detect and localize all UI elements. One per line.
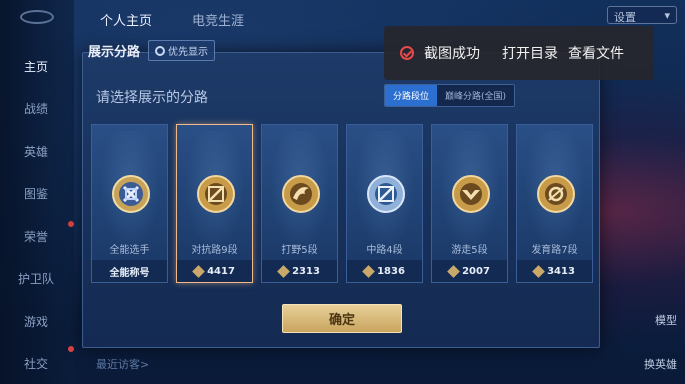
toast-message: 截图成功 — [424, 46, 480, 62]
all-round-badge-icon — [112, 175, 150, 213]
dialog-header: 展示分路 优先显示 — [88, 40, 216, 61]
lane-points: 4417 — [207, 265, 235, 277]
priority-display-button[interactable]: 优先显示 — [148, 40, 216, 61]
lane-card-farm-lane[interactable]: 发育路7段 3413 — [516, 124, 593, 283]
lane-card-jungle[interactable]: 打野5段 2313 — [261, 124, 338, 283]
lane-points: 3413 — [547, 265, 575, 277]
lane-card-clash-lane[interactable]: 对抗路9段 4417 — [176, 124, 253, 283]
tab-esports-career[interactable]: 电竞生涯 — [192, 10, 244, 29]
lane-card-footer: 2007 — [432, 260, 507, 282]
lane-card-all-round[interactable]: 全能选手 全能称号 — [91, 124, 168, 283]
points-icon — [277, 264, 290, 278]
lane-name: 打野5段 — [281, 245, 318, 256]
notification-dot-icon — [68, 346, 74, 352]
sidebar-item-home[interactable]: 主页 — [24, 58, 48, 75]
lane-name: 游走5段 — [451, 245, 488, 256]
model-button[interactable]: 模型 — [655, 312, 677, 328]
tab-peak-lane-national[interactable]: 巅峰分路(全国) — [437, 85, 515, 106]
settings-button[interactable]: 设置 ▾ — [607, 6, 677, 24]
notification-dot-icon — [68, 221, 74, 227]
lane-points: 2007 — [462, 265, 490, 277]
sidebar-item-records[interactable]: 战绩 — [24, 100, 48, 117]
lane-card-footer: 全能称号 — [92, 260, 167, 282]
top-navigation: 个人主页 电竞生涯 — [100, 10, 244, 29]
lane-tabs: 分路段位 巅峰分路(全国) — [384, 84, 516, 107]
lane-card-footer: 1836 — [347, 260, 422, 282]
game-logo-icon — [20, 10, 54, 24]
settings-label: 设置 — [614, 11, 636, 24]
lane-name: 全能选手 — [109, 245, 150, 256]
jungle-badge-icon — [282, 175, 320, 213]
lane-name: 对抗路9段 — [191, 245, 238, 256]
sidebar-item-heroes[interactable]: 英雄 — [24, 143, 48, 160]
chevron-down-icon: ▾ — [664, 9, 670, 22]
sidebar-item-guard-team[interactable]: 护卫队 — [18, 270, 54, 287]
sidebar-item-honor[interactable]: 荣誉 — [24, 228, 48, 245]
points-icon — [532, 264, 545, 278]
lane-card-footer: 2313 — [262, 260, 337, 282]
lane-name: 中路4段 — [366, 245, 403, 256]
lane-card-mid-lane[interactable]: 中路4段 1836 — [346, 124, 423, 283]
sidebar: 主页 战绩 英雄 图鉴 荣誉 护卫队 游戏 社交 — [0, 0, 74, 384]
priority-display-label: 优先显示 — [168, 47, 209, 58]
lane-card-footer: 3413 — [517, 260, 592, 282]
sidebar-item-games[interactable]: 游戏 — [24, 313, 48, 330]
sidebar-item-codex[interactable]: 图鉴 — [24, 185, 48, 202]
clash-lane-badge-icon — [197, 175, 235, 213]
open-directory-link[interactable]: 打开目录 — [502, 43, 558, 63]
lane-card-roam[interactable]: 游走5段 2007 — [431, 124, 508, 283]
view-file-link[interactable]: 查看文件 — [568, 43, 624, 63]
points-icon — [447, 264, 460, 278]
roam-badge-icon — [452, 175, 490, 213]
lane-points: 2313 — [292, 265, 320, 277]
farm-lane-badge-icon — [537, 175, 575, 213]
recent-visitors-link[interactable]: 最近访客> — [96, 356, 149, 372]
screenshot-toast: 截图成功 打开目录 查看文件 — [384, 26, 654, 80]
change-hero-button[interactable]: 换英雄 — [644, 356, 677, 372]
lane-points: 1836 — [377, 265, 405, 277]
dialog-title: 展示分路 — [88, 45, 141, 60]
mid-lane-badge-icon — [367, 175, 405, 213]
points-icon — [192, 264, 205, 278]
lane-card-footer: 4417 — [177, 260, 252, 282]
gear-icon — [155, 45, 166, 56]
tab-personal-home[interactable]: 个人主页 — [100, 10, 152, 29]
sidebar-item-social[interactable]: 社交 — [24, 355, 48, 372]
select-lane-prompt: 请选择展示的分路 — [96, 90, 208, 106]
confirm-button[interactable]: 确定 — [282, 304, 402, 333]
lane-footer-text: 全能称号 — [109, 267, 150, 279]
tab-lane-rank[interactable]: 分路段位 — [385, 85, 438, 106]
points-icon — [362, 264, 375, 278]
check-circle-icon — [400, 46, 414, 60]
lane-name: 发育路7段 — [531, 245, 578, 256]
